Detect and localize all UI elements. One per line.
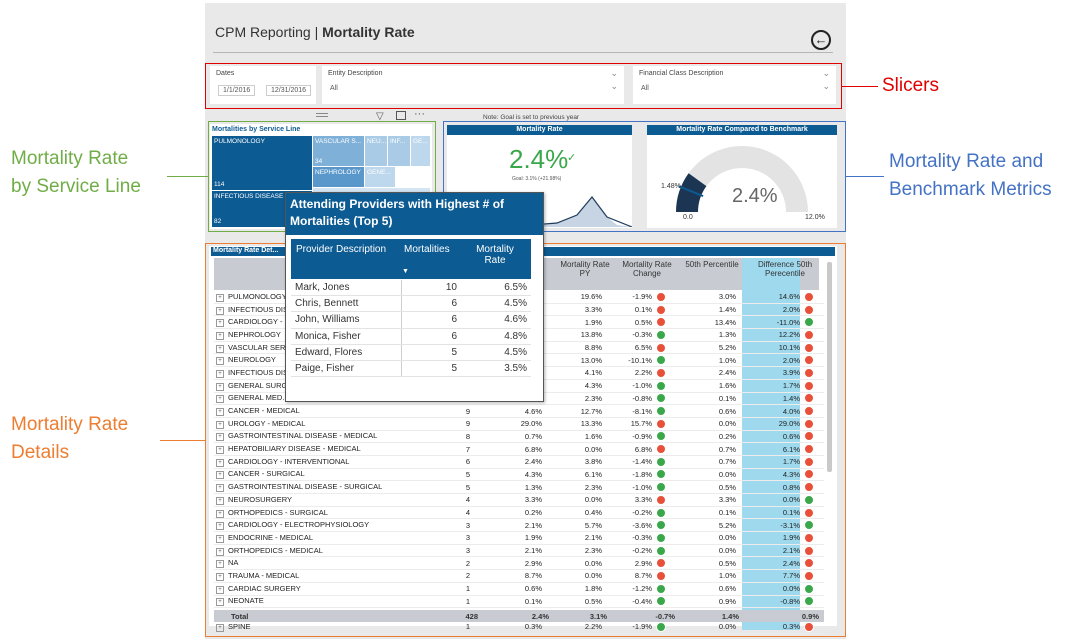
tooltip-table: Mark, Jones 10 6.5% Chris, Bennett 6 4.5% John… bbox=[291, 280, 531, 378]
tooltip-mortalities: 5 bbox=[401, 360, 461, 378]
tooltip-mortalities: 6 bbox=[401, 295, 461, 313]
provider-tooltip: Attending Providers with Highest # of Mo… bbox=[285, 192, 544, 402]
tooltip-rate: 3.5% bbox=[461, 360, 531, 378]
drag-handle-icon[interactable] bbox=[316, 113, 328, 117]
title-divider bbox=[213, 52, 833, 53]
annotation-line-1: Mortality Rate and bbox=[889, 151, 1044, 172]
slicers-annotation-label: Slicers bbox=[882, 75, 940, 96]
sort-arrow-icon[interactable]: ▼ bbox=[402, 268, 409, 275]
focus-mode-icon[interactable] bbox=[396, 111, 406, 120]
annotation-line-2: Benchmark Metrics bbox=[889, 179, 1052, 200]
tooltip-header-mortalities[interactable]: Mortalities bbox=[404, 244, 450, 255]
tooltip-rate: 4.8% bbox=[461, 328, 531, 345]
tooltip-mortalities: 10 bbox=[401, 280, 461, 297]
tooltip-provider: Mark, Jones bbox=[291, 280, 402, 297]
tooltip-provider: Chris, Bennett bbox=[291, 295, 402, 313]
tooltip-rate: 4.5% bbox=[461, 344, 531, 361]
tooltip-header-provider[interactable]: Provider Description bbox=[296, 244, 386, 255]
annotation-line-1: Mortality Rate bbox=[11, 148, 129, 169]
service-line-annotation-label: Mortality Rate by Service Line bbox=[11, 145, 141, 201]
tooltip-provider: Edward, Flores bbox=[291, 344, 402, 361]
benchmark-connector-line bbox=[846, 176, 884, 177]
details-annotation-label: Mortality Rate Details bbox=[11, 411, 128, 467]
tooltip-title: Attending Providers with Highest # of Mo… bbox=[286, 193, 543, 235]
back-arrow-icon[interactable]: ← bbox=[811, 30, 831, 50]
benchmark-annotation-label: Mortality Rate and Benchmark Metrics bbox=[889, 148, 1052, 204]
tooltip-row: Edward, Flores 5 4.5% bbox=[291, 344, 531, 361]
tooltip-header-rate[interactable]: Mortality Rate bbox=[469, 244, 521, 266]
slicers-highlight-box bbox=[205, 63, 842, 109]
tooltip-rate: 4.6% bbox=[461, 311, 531, 329]
tooltip-row: Monica, Fisher 6 4.8% bbox=[291, 328, 531, 345]
tooltip-row: Mark, Jones 10 6.5% bbox=[291, 280, 531, 297]
tooltip-provider: Paige, Fisher bbox=[291, 360, 402, 378]
tooltip-mortalities: 5 bbox=[401, 344, 461, 361]
page-title: CPM Reporting | Mortality Rate bbox=[215, 24, 415, 40]
tooltip-rate: 6.5% bbox=[461, 280, 531, 297]
details-connector-line bbox=[160, 440, 205, 441]
more-options-icon[interactable]: ··· bbox=[414, 108, 425, 120]
annotation-line-2: Details bbox=[11, 442, 70, 463]
tooltip-mortalities: 6 bbox=[401, 328, 461, 345]
annotation-line-2: by Service Line bbox=[11, 176, 141, 197]
tooltip-row: John, Williams 6 4.6% bbox=[291, 311, 531, 329]
goal-note: Note: Goal is set to previous year bbox=[483, 114, 580, 121]
tooltip-row: Chris, Bennett 6 4.5% bbox=[291, 295, 531, 313]
service-line-connector-line bbox=[167, 176, 208, 177]
tooltip-rate: 4.5% bbox=[461, 295, 531, 313]
tooltip-row: Paige, Fisher 5 3.5% bbox=[291, 360, 531, 378]
slicers-connector-line bbox=[842, 86, 878, 87]
tooltip-mortalities: 6 bbox=[401, 311, 461, 329]
tooltip-provider: Monica, Fisher bbox=[291, 328, 402, 345]
annotation-line-1: Mortality Rate bbox=[11, 414, 129, 435]
tooltip-provider: John, Williams bbox=[291, 311, 402, 329]
